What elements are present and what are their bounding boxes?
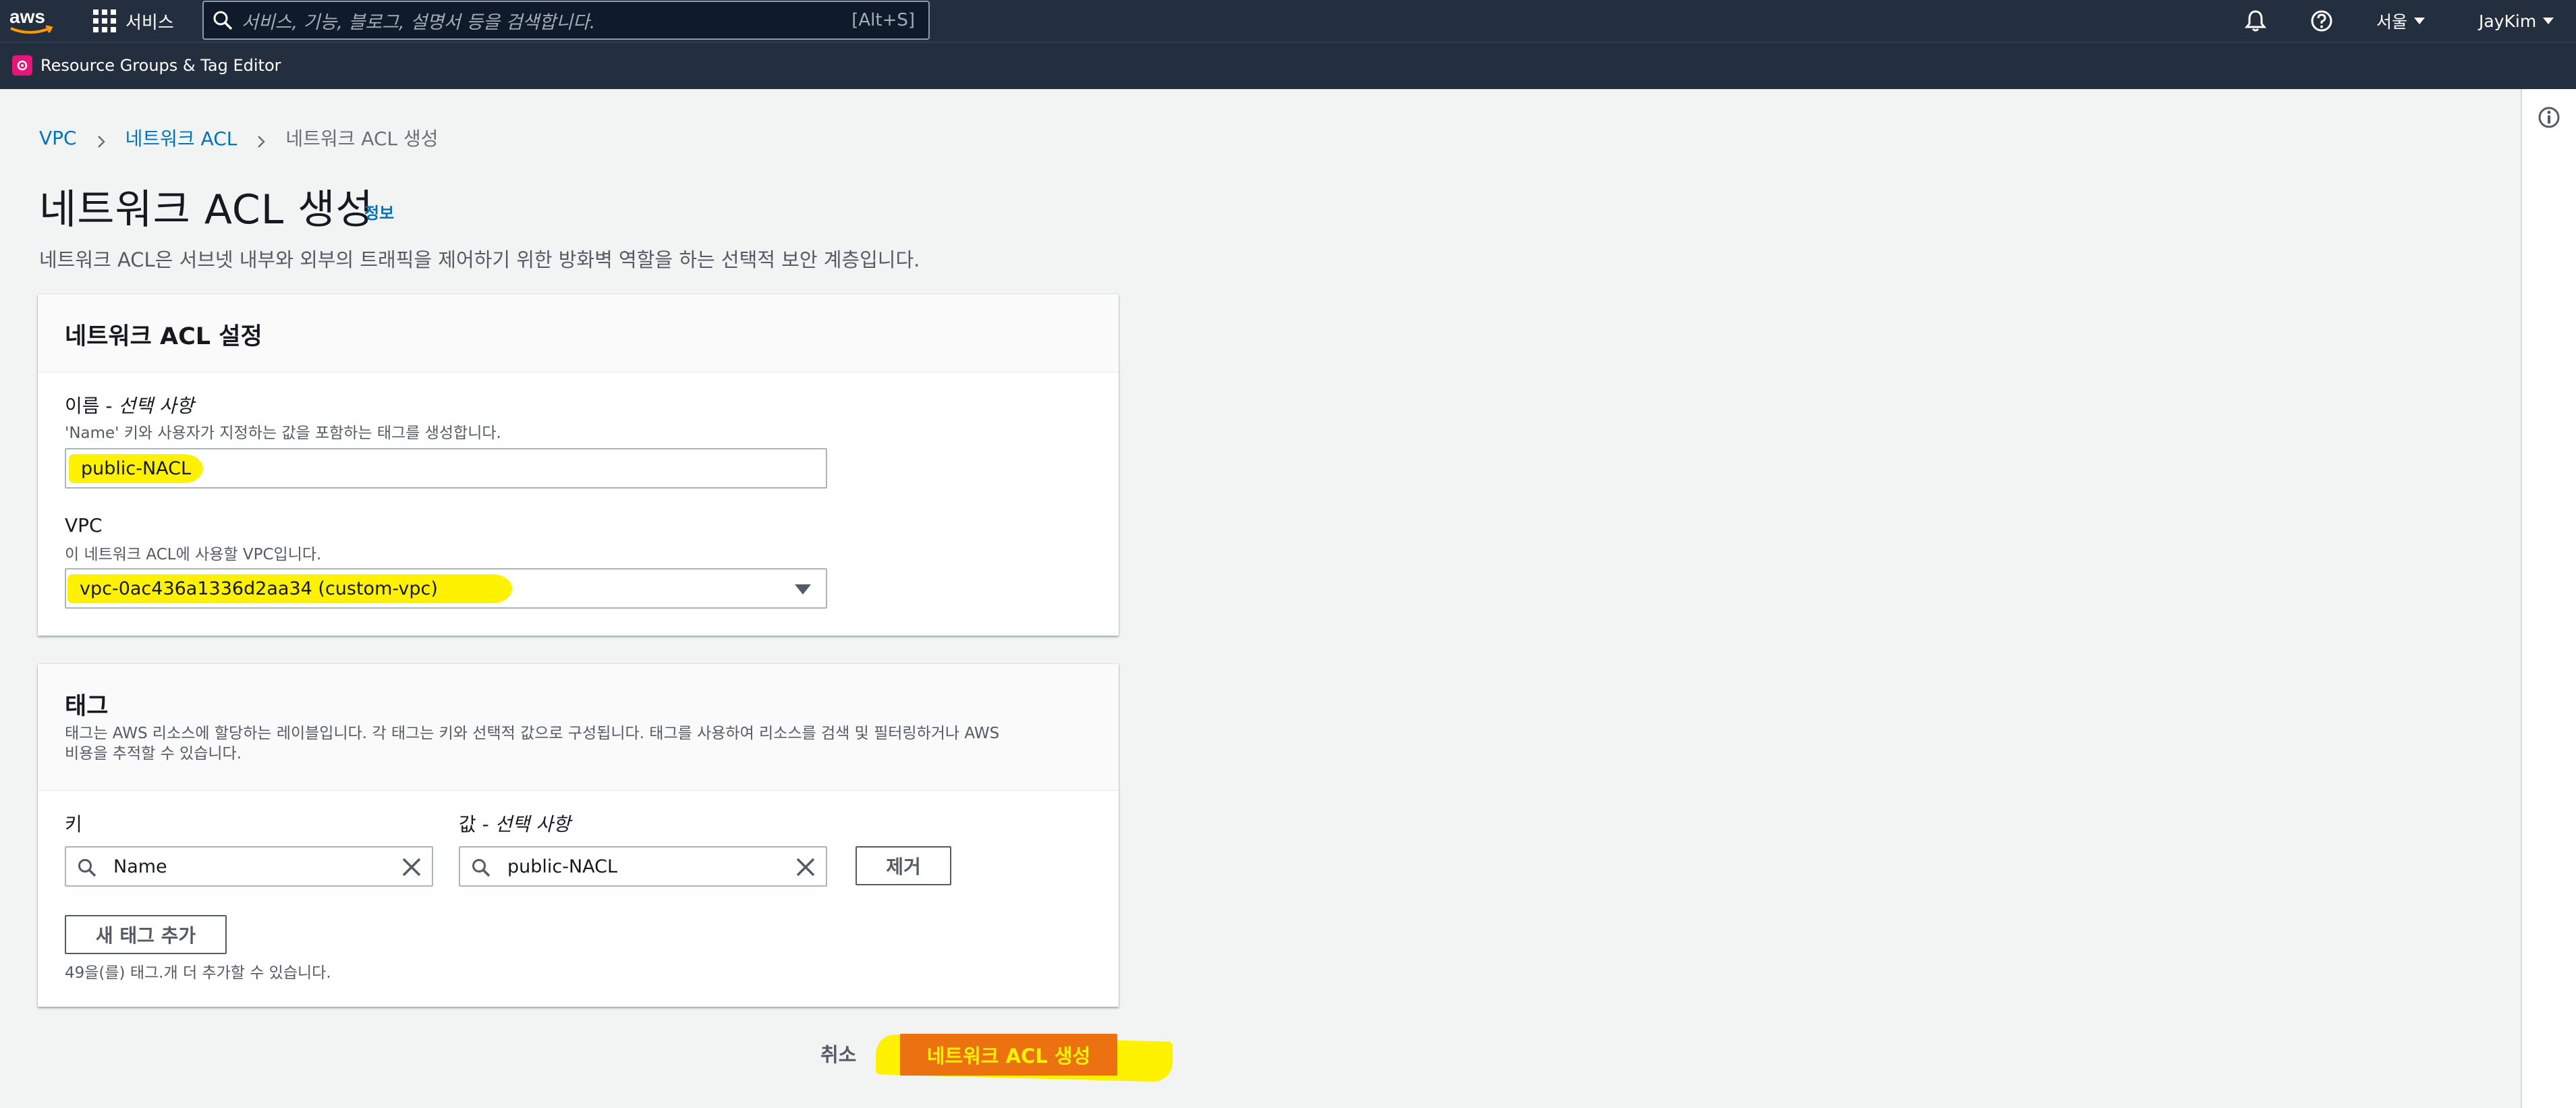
chevron-right-icon bbox=[94, 131, 108, 148]
name-label: 이름 - 선택 사항 bbox=[65, 391, 194, 418]
info-icon[interactable] bbox=[2537, 105, 2561, 130]
vpc-label: VPC bbox=[65, 514, 103, 536]
add-tag-button[interactable]: 새 태그 추가 bbox=[65, 915, 227, 954]
aws-logo[interactable]: aws bbox=[8, 5, 55, 36]
clear-x-icon[interactable] bbox=[795, 856, 816, 878]
acl-settings-panel: 네트워크 ACL 설정 이름 - 선택 사항 'Name' 키와 사용자가 지정… bbox=[38, 294, 1119, 636]
name-label-text: 이름 - bbox=[65, 395, 119, 417]
tags-description-line-1: 태그는 AWS 리소스에 할당하는 레이블입니다. 각 태그는 키와 선택적 값… bbox=[65, 725, 1000, 742]
sub-navigation: Resource Groups & Tag Editor bbox=[0, 42, 2576, 89]
name-optional-text: 선택 사항 bbox=[118, 395, 194, 417]
create-button-wrapper: 네트워크 ACL 생성 bbox=[876, 1031, 1173, 1084]
services-menu-button[interactable]: 서비스 bbox=[93, 5, 174, 36]
name-description: 'Name' 키와 사용자가 지정하는 값을 포함하는 태그를 생성합니다. bbox=[65, 424, 501, 442]
grid-icon bbox=[93, 9, 116, 32]
tag-value-optional-text: 선택 사항 bbox=[495, 813, 571, 835]
region-label: 서울 bbox=[2376, 12, 2408, 32]
vpc-value: vpc-0ac436a1336d2aa34 (custom-vpc) bbox=[67, 574, 512, 603]
caret-down-icon bbox=[795, 584, 811, 594]
tags-panel-header: 태그 태그는 AWS 리소스에 할당하는 레이블입니다. 각 태그는 키와 선택… bbox=[38, 664, 1119, 791]
region-menu[interactable]: 서울 bbox=[2376, 7, 2426, 35]
settings-heading: 네트워크 ACL 설정 bbox=[65, 323, 262, 350]
tags-panel: 태그 태그는 AWS 리소스에 할당하는 레이블입니다. 각 태그는 키와 선택… bbox=[38, 664, 1119, 1007]
page-title: 네트워크 ACL 생성 bbox=[39, 186, 374, 233]
tags-description: 태그는 AWS 리소스에 할당하는 레이블입니다. 각 태그는 키와 선택적 값… bbox=[65, 723, 1104, 764]
resource-groups-link[interactable]: Resource Groups & Tag Editor bbox=[12, 55, 281, 76]
search-shortcut: [Alt+S] bbox=[851, 10, 915, 30]
tag-value-value: public-NACL bbox=[507, 856, 618, 877]
bell-icon[interactable] bbox=[2241, 7, 2270, 35]
create-network-acl-button[interactable]: 네트워크 ACL 생성 bbox=[900, 1034, 1117, 1076]
tags-heading: 태그 bbox=[65, 693, 109, 720]
magnifier-icon bbox=[471, 858, 491, 878]
breadcrumb-vpc[interactable]: VPC bbox=[39, 127, 77, 149]
vpc-description: 이 네트워크 ACL에 사용할 VPC입니다. bbox=[65, 546, 322, 563]
tag-value-input[interactable]: public-NACL bbox=[459, 846, 827, 887]
tag-key-value: Name bbox=[113, 856, 167, 877]
tag-value-label: 값 - 선택 사항 bbox=[459, 810, 571, 837]
name-value: public-NACL bbox=[69, 453, 204, 483]
page-description: 네트워크 ACL은 서브넷 내부와 외부의 트래픽을 제어하기 위한 방화벽 역… bbox=[39, 248, 920, 271]
tag-key-input[interactable]: Name bbox=[65, 846, 433, 887]
vpc-select[interactable]: vpc-0ac436a1336d2aa34 (custom-vpc) bbox=[65, 568, 827, 609]
user-label: JayKim bbox=[2479, 11, 2537, 31]
name-field[interactable]: public-NACL bbox=[65, 448, 827, 489]
breadcrumb-network-acl[interactable]: 네트워크 ACL bbox=[125, 124, 237, 151]
search-icon bbox=[204, 1, 242, 39]
breadcrumb: VPC 네트워크 ACL 네트워크 ACL 생성 bbox=[39, 124, 439, 151]
resource-groups-icon bbox=[12, 55, 32, 76]
info-link[interactable]: 정보 bbox=[364, 200, 394, 223]
top-navigation: aws 서비스 서비스, 기능, 블로그, 설명서 등을 검색합니다. [Alt… bbox=[0, 0, 2576, 42]
magnifier-icon bbox=[77, 858, 97, 878]
remove-tag-button[interactable]: 제거 bbox=[856, 846, 951, 885]
help-icon[interactable] bbox=[2307, 7, 2336, 35]
tag-value-label-text: 값 - bbox=[459, 813, 495, 835]
tag-key-label: 키 bbox=[65, 813, 82, 835]
breadcrumb-current: 네트워크 ACL 생성 bbox=[285, 128, 439, 150]
cancel-button[interactable]: 취소 bbox=[820, 1039, 856, 1068]
search-input[interactable]: 서비스, 기능, 블로그, 설명서 등을 검색합니다. [Alt+S] bbox=[202, 1, 930, 40]
caret-down-icon bbox=[2543, 18, 2554, 24]
tags-remaining-note: 49을(를) 태그.개 더 추가할 수 있습니다. bbox=[65, 964, 331, 982]
clear-x-icon[interactable] bbox=[401, 856, 422, 878]
help-panel-rail bbox=[2521, 89, 2576, 1108]
resource-groups-label: Resource Groups & Tag Editor bbox=[40, 56, 281, 75]
settings-panel-header: 네트워크 ACL 설정 bbox=[38, 294, 1119, 372]
user-menu[interactable]: JayKim bbox=[2479, 7, 2554, 35]
caret-down-icon bbox=[2414, 18, 2426, 24]
services-label: 서비스 bbox=[125, 12, 174, 33]
tags-description-line-2: 비용을 추적할 수 있습니다. bbox=[65, 745, 242, 763]
aws-logo-text: aws bbox=[9, 6, 45, 27]
search-placeholder: 서비스, 기능, 블로그, 설명서 등을 검색합니다. bbox=[242, 11, 596, 33]
chevron-right-icon bbox=[254, 131, 268, 148]
